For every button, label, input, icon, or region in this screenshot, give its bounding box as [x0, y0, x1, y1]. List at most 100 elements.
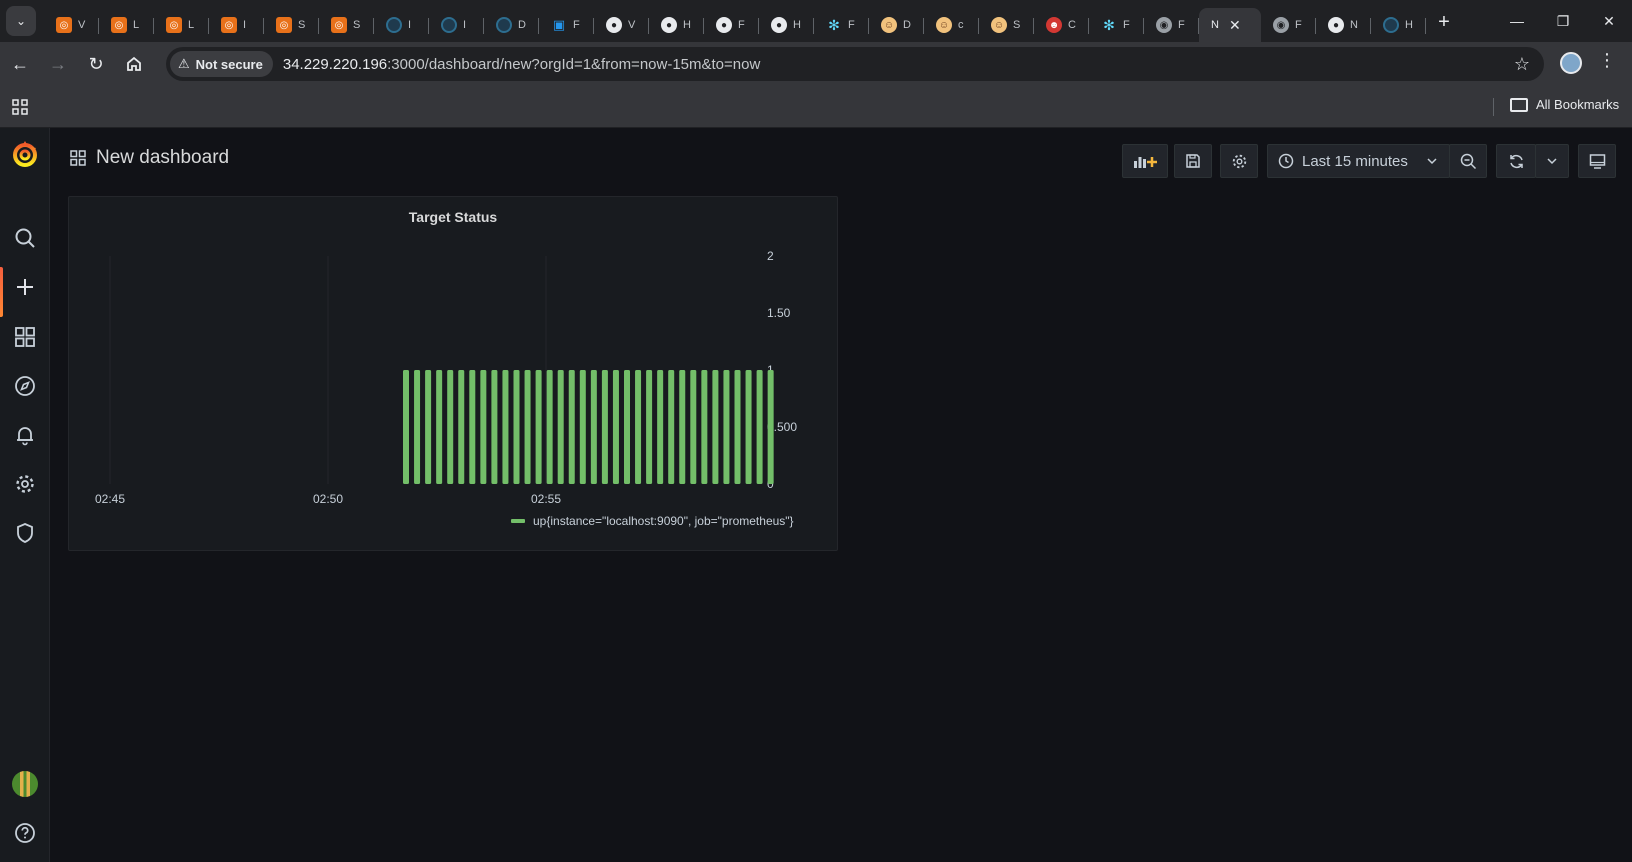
sidebar-item-server-admin[interactable]	[0, 513, 50, 553]
grafana-logo-icon[interactable]	[11, 140, 39, 168]
bar	[657, 370, 664, 484]
browser-tab[interactable]: ◉ F	[1261, 8, 1316, 42]
bar	[513, 370, 520, 484]
circle-favicon-icon	[1383, 17, 1399, 33]
browser-tab[interactable]: ☺ S	[979, 8, 1034, 42]
sidebar-item-create[interactable]	[0, 267, 50, 317]
tab-title: S	[1013, 19, 1021, 31]
zoom-out-icon	[1460, 153, 1476, 169]
restore-button[interactable]: ❐	[1540, 0, 1586, 42]
tab-title: L	[188, 19, 195, 31]
time-range-picker[interactable]: Last 15 minutes	[1267, 144, 1450, 178]
dashboard-title-area[interactable]: New dashboard	[70, 147, 229, 169]
back-button[interactable]: ←	[2, 46, 38, 82]
bar	[403, 370, 409, 484]
browser-tab[interactable]: D	[484, 8, 539, 42]
sidebar-item-explore[interactable]	[0, 366, 50, 406]
zoom-out-button[interactable]	[1449, 144, 1487, 178]
orange-favicon-icon: ◎	[221, 17, 237, 33]
jenkins-favicon-icon: ☻	[1046, 17, 1062, 33]
save-dashboard-button[interactable]	[1174, 144, 1212, 178]
user-avatar[interactable]	[12, 771, 38, 797]
sidebar-item-configuration[interactable]	[0, 464, 50, 504]
browser-tab[interactable]: ✻ F	[814, 8, 869, 42]
tab-active[interactable]: N ✕	[1199, 8, 1261, 42]
browser-tab[interactable]: ◎ S	[319, 8, 374, 42]
sidebar-item-search[interactable]	[0, 218, 50, 258]
close-window-button[interactable]: ✕	[1586, 0, 1632, 42]
refresh-button[interactable]	[1496, 144, 1536, 178]
dashboards-grid-icon	[15, 327, 35, 347]
tab-search-button[interactable]: ⌄	[6, 6, 36, 36]
x-tick-label: 02:55	[531, 492, 561, 506]
clock-icon	[1278, 153, 1294, 169]
bar	[469, 370, 476, 484]
browser-tab[interactable]: ✻ F	[1089, 8, 1144, 42]
browser-tab[interactable]: ◎ I	[209, 8, 264, 42]
browser-tab[interactable]: ◎ L	[99, 8, 154, 42]
chevron-down-icon	[1547, 158, 1557, 165]
circle-favicon-icon	[496, 17, 512, 33]
home-button[interactable]	[116, 46, 152, 82]
more-options-icon[interactable]: ⋮	[1598, 50, 1616, 71]
chevron-down-icon	[1427, 158, 1437, 165]
bookmarks-bar: All Bookmarks	[0, 86, 1632, 128]
browser-tab[interactable]: ▣ F	[539, 8, 594, 42]
browser-tab[interactable]: ☺ c	[924, 8, 979, 42]
security-chip[interactable]: ⚠ Not secure	[170, 51, 273, 77]
browser-tab[interactable]: ● F	[704, 8, 759, 42]
bookmark-star-icon[interactable]: ☆	[1514, 54, 1530, 75]
browser-tab[interactable]: I	[429, 8, 484, 42]
dashboard-settings-button[interactable]	[1220, 144, 1258, 178]
browser-tab[interactable]: ◎ L	[154, 8, 209, 42]
window-controls: — ❐ ✕	[1494, 0, 1632, 42]
dashboard-header: New dashboard Last 15 minutes	[50, 128, 1632, 186]
browser-tab[interactable]: I	[374, 8, 429, 42]
reload-button[interactable]: ↻	[78, 46, 114, 82]
new-tab-button[interactable]: +	[1430, 8, 1458, 36]
add-panel-button[interactable]	[1122, 144, 1168, 178]
tab-close-icon[interactable]: ✕	[1229, 17, 1241, 34]
url-text[interactable]: 34.229.220.196:3000/dashboard/new?orgId=…	[283, 56, 760, 73]
apps-grid-icon[interactable]	[12, 99, 28, 115]
browser-tab[interactable]: ◎ S	[264, 8, 319, 42]
panel-title[interactable]: Target Status	[69, 209, 837, 225]
minimize-button[interactable]: —	[1494, 0, 1540, 42]
browser-tab[interactable]: ● H	[759, 8, 814, 42]
bar	[601, 370, 608, 484]
tab-title: V	[628, 19, 636, 31]
page-title: New dashboard	[96, 147, 230, 168]
view-mode-button[interactable]	[1578, 144, 1616, 178]
browser-tab[interactable]: ◎ V	[44, 8, 99, 42]
browser-tab[interactable]: ☺ D	[869, 8, 924, 42]
browser-tab[interactable]: ☻ C	[1034, 8, 1089, 42]
browser-tab[interactable]: ● H	[649, 8, 704, 42]
browser-tab[interactable]: H	[1371, 8, 1426, 42]
chart-legend[interactable]: up{instance="localhost:9090", job="prome…	[511, 514, 794, 528]
bar	[767, 370, 774, 484]
browser-tab[interactable]: ● V	[594, 8, 649, 42]
refresh-interval-dropdown[interactable]	[1535, 144, 1569, 178]
panel-target-status[interactable]: 02:4502:5002:5500.50011.502 Target Statu…	[68, 196, 838, 551]
react-favicon-icon: ✻	[828, 16, 840, 33]
bar	[557, 370, 564, 484]
x-tick-label: 02:45	[95, 492, 125, 506]
tab-title: F	[738, 19, 745, 31]
browser-tab[interactable]: ◉ F	[1144, 8, 1199, 42]
tab-title: F	[1295, 19, 1302, 31]
tab-title: H	[683, 19, 691, 31]
bar	[745, 370, 752, 484]
all-bookmarks-button[interactable]: All Bookmarks	[1510, 97, 1619, 112]
sidebar-item-alerting[interactable]	[0, 415, 50, 455]
address-bar[interactable]: ⚠ Not secure 34.229.220.196:3000/dashboa…	[166, 47, 1544, 81]
sidebar-item-dashboards[interactable]	[0, 317, 50, 357]
bar	[546, 370, 553, 484]
minimize-icon: —	[1510, 13, 1524, 29]
browser-tab[interactable]: ● N	[1316, 8, 1371, 42]
forward-button[interactable]: →	[40, 46, 76, 82]
reload-icon: ↻	[88, 53, 104, 74]
sidebar-item-help[interactable]	[0, 813, 50, 853]
profile-avatar[interactable]	[1560, 52, 1582, 74]
bar	[480, 370, 487, 484]
orange-favicon-icon: ◎	[331, 17, 347, 33]
